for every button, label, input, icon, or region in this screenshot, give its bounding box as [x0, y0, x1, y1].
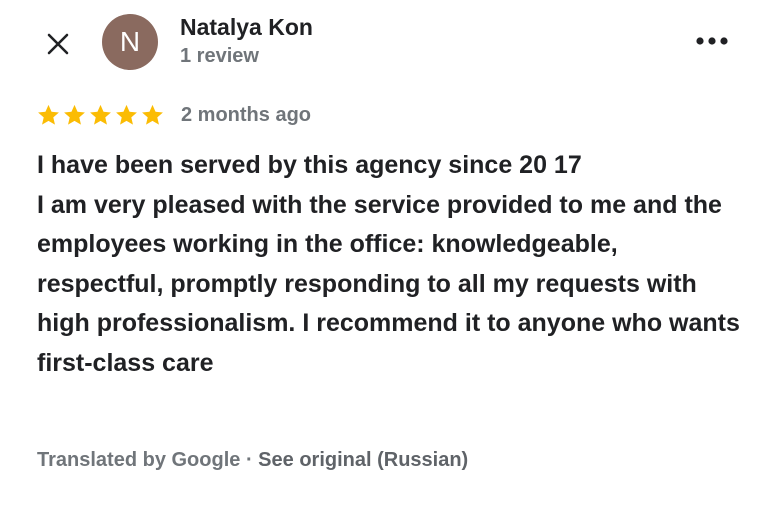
author-name[interactable]: Natalya Kon: [180, 14, 313, 41]
close-button[interactable]: [38, 24, 78, 64]
author-review-count: 1 review: [180, 45, 259, 67]
star-rating: [36, 103, 165, 128]
star-icon: [142, 104, 163, 125]
star-icon: [38, 104, 59, 125]
close-icon: [47, 33, 69, 55]
star-icon: [64, 104, 85, 125]
see-original-link[interactable]: See original (Russian): [258, 449, 468, 471]
star-icon: [116, 104, 137, 125]
more-horiz-icon: [696, 37, 728, 45]
rating-row: 2 months ago: [36, 100, 311, 130]
avatar[interactable]: N: [102, 14, 158, 70]
translated-by-label: Translated by Google: [37, 449, 241, 471]
review-detail-page: N Natalya Kon 1 review 2 months ago I ha…: [0, 0, 768, 507]
separator: ·: [240, 449, 259, 471]
more-options-button[interactable]: [690, 26, 734, 56]
translation-info: Translated by Google · See original (Rus…: [37, 449, 468, 472]
review-date: 2 months ago: [181, 103, 312, 126]
star-icon: [90, 104, 111, 125]
review-text: I have been served by this agency since …: [37, 151, 740, 377]
avatar-letter: N: [119, 26, 141, 57]
